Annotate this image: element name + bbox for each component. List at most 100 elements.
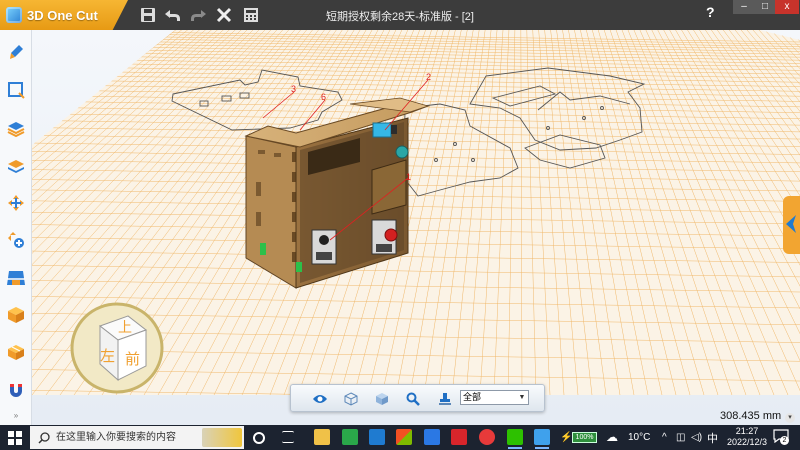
teal-knob xyxy=(395,145,409,159)
mail-icon[interactable] xyxy=(369,429,385,445)
annotation-label: 2 xyxy=(426,72,431,82)
network-icon[interactable]: ◫ xyxy=(676,432,685,443)
annotation-label: 6 xyxy=(321,92,326,102)
magnet-tool-button[interactable] xyxy=(6,380,26,400)
stamp-tool-button[interactable] xyxy=(436,390,454,408)
bottom-toolbar: 全部 ▼ xyxy=(290,384,545,412)
stamp-icon xyxy=(439,393,451,405)
delete-button[interactable] xyxy=(214,5,234,25)
redo-button[interactable] xyxy=(188,5,208,25)
plug-icon[interactable]: ⚡ xyxy=(560,432,572,443)
pen-brush-icon xyxy=(10,45,23,59)
undo-icon xyxy=(165,10,180,21)
help-button[interactable]: ? xyxy=(706,4,715,20)
delete-icon xyxy=(216,7,232,23)
chevron-up-icon[interactable]: ^ xyxy=(662,432,667,443)
file-explorer-icon[interactable] xyxy=(314,429,330,445)
minimize-button[interactable]: – xyxy=(733,0,755,14)
app-window: 3D One Cut 短期授权剩余28天-标准版 - [2] ? – □ x »… xyxy=(0,0,800,450)
system-clock[interactable]: 21:27 2022/12/3 xyxy=(722,426,772,448)
weather-temperature[interactable]: 10°C xyxy=(628,432,650,443)
widgets-icon[interactable] xyxy=(282,431,294,443)
title-bar: 3D One Cut 短期授权剩余28天-标准版 - [2] ? – □ x xyxy=(0,0,800,30)
notification-center-button[interactable]: 2 xyxy=(773,429,789,445)
sensor-module-right xyxy=(371,219,398,255)
save-button[interactable] xyxy=(138,5,158,25)
blue-app-icon[interactable] xyxy=(424,429,440,445)
red-button xyxy=(384,228,398,242)
eye-icon xyxy=(313,395,327,403)
input-method-indicator[interactable]: 中 xyxy=(707,430,718,446)
chevron-left-icon xyxy=(786,215,796,233)
cube-outline-icon xyxy=(344,392,358,406)
clock-date: 2022/12/3 xyxy=(726,437,768,447)
more-tools-indicator[interactable]: » xyxy=(6,410,26,420)
scale-readout: 308.435 mm xyxy=(720,410,782,422)
layout-icon xyxy=(7,271,25,285)
clock-time: 21:27 xyxy=(735,426,759,436)
netease-music-icon[interactable] xyxy=(479,429,495,445)
layers-icon xyxy=(7,122,25,138)
app-logo[interactable]: 3D One Cut xyxy=(0,0,128,30)
box-inner-board xyxy=(371,159,407,215)
view-cube[interactable]: 上 左 前 xyxy=(70,302,164,394)
move-icon xyxy=(8,195,24,211)
volume-icon[interactable]: ◁) xyxy=(691,432,702,443)
wps-office-icon[interactable] xyxy=(451,429,467,445)
layers-tool-button[interactable] xyxy=(6,119,26,139)
taskbar-search-box[interactable]: 在这里输入你要搜索的内容 xyxy=(30,426,244,449)
draw-tool-button[interactable] xyxy=(6,42,26,62)
left-toolbar: » xyxy=(0,30,32,425)
calculator-icon xyxy=(244,8,258,22)
side-panel-toggle[interactable] xyxy=(783,196,800,254)
sensor-module-left xyxy=(311,229,337,265)
search-icon xyxy=(38,432,50,444)
filter-select[interactable]: 全部 ▼ xyxy=(460,390,529,405)
stack-tool-button[interactable] xyxy=(6,156,26,176)
zoom-button[interactable] xyxy=(404,390,422,408)
close-button[interactable]: x xyxy=(775,0,799,14)
layout-tool-button[interactable] xyxy=(6,268,26,288)
app-name: 3D One Cut xyxy=(27,7,98,23)
3d-one-cut-taskbar-icon[interactable] xyxy=(534,429,550,449)
search-highlight-banner xyxy=(202,428,242,447)
zoom-icon xyxy=(406,392,420,406)
notification-count-badge: 2 xyxy=(780,436,789,445)
move-tool-button[interactable] xyxy=(6,193,26,213)
cube-shaded-icon xyxy=(376,393,388,405)
windows-start-icon[interactable] xyxy=(8,431,22,445)
annotation-label: 3 xyxy=(291,84,296,94)
save-icon xyxy=(141,8,155,22)
transform-add-button[interactable] xyxy=(6,230,26,250)
cube-icon xyxy=(8,307,24,323)
store-icon[interactable] xyxy=(396,429,412,445)
green-app-icon[interactable] xyxy=(342,429,358,445)
shaded-view-button[interactable] xyxy=(373,390,391,408)
stack-icon xyxy=(8,160,24,173)
cube-tool-button[interactable] xyxy=(6,305,26,325)
view-cube-top-label: 上 xyxy=(118,320,132,336)
cloud-icon: ☁ xyxy=(606,430,618,444)
filter-select-value: 全部 xyxy=(463,392,482,402)
undo-button[interactable] xyxy=(163,5,183,25)
scale-dropdown-button[interactable]: ▾ xyxy=(785,413,795,423)
windows-taskbar: 在这里输入你要搜索的内容 ⚡ 100% ☁ 10°C ^ ◫ ◁) 中 21:2… xyxy=(0,425,800,450)
calculator-button[interactable] xyxy=(241,5,261,25)
task-view-icon[interactable] xyxy=(253,432,265,444)
chevron-down-icon: ▼ xyxy=(518,394,526,401)
sketch-tool-button[interactable] xyxy=(6,80,26,100)
magnet-icon xyxy=(10,384,22,397)
redo-icon xyxy=(191,10,206,21)
box-tool-button[interactable] xyxy=(6,342,26,362)
taskbar-search-placeholder: 在这里输入你要搜索的内容 xyxy=(56,432,176,443)
sketch-icon xyxy=(8,82,25,99)
box-icon xyxy=(8,345,24,360)
wireframe-view-button[interactable] xyxy=(342,390,360,408)
battery-indicator[interactable]: 100% xyxy=(572,432,597,443)
wechat-icon[interactable] xyxy=(507,429,523,449)
app-logo-icon xyxy=(6,7,22,23)
view-cube-front-label: 前 xyxy=(125,350,140,368)
visibility-button[interactable] xyxy=(311,390,329,408)
maximize-button[interactable]: □ xyxy=(755,0,775,14)
blue-module xyxy=(372,122,392,138)
